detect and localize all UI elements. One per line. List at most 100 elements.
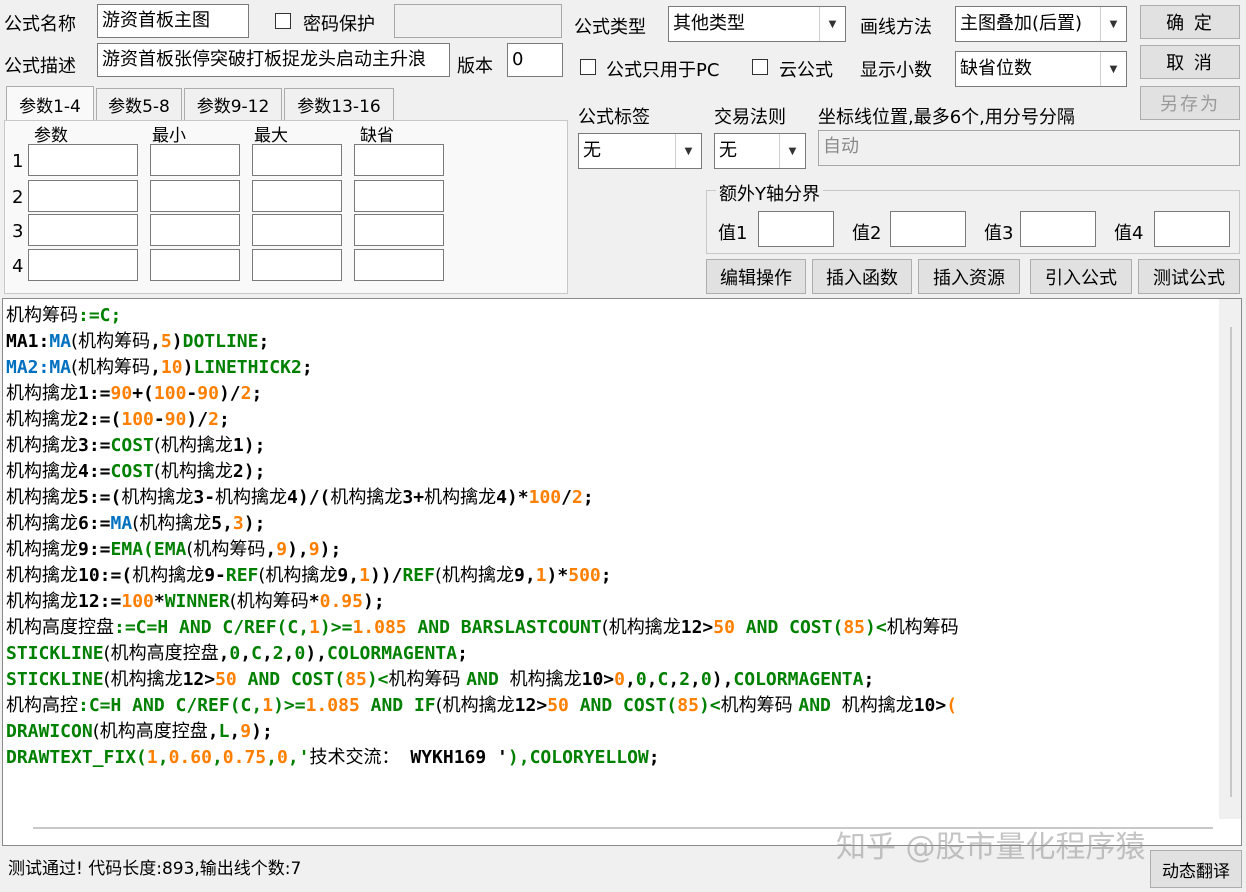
code-token: 技术交流：: [309, 747, 400, 768]
code-token: 机构擒龙: [424, 487, 497, 508]
param-max-input[interactable]: [252, 180, 342, 212]
code-line[interactable]: 机构擒龙6:=MA(机构擒龙5,3);: [6, 511, 959, 537]
code-line[interactable]: STICKLINE(机构擒龙12>50 AND COST(85)<机构筹码 AN…: [6, 667, 959, 693]
trade-rule-label: 交易法则: [714, 107, 786, 128]
code-token: AND: [466, 669, 510, 690]
code-token: EMA(EMA: [110, 539, 187, 560]
param-default-input[interactable]: [354, 144, 444, 176]
code-token: (机构擒龙: [153, 461, 233, 482]
tab-params-1-4[interactable]: 参数1-4: [6, 86, 94, 122]
code-line[interactable]: MA1:MA(机构筹码,5)DOTLINE;: [6, 329, 959, 355]
chevron-down-icon[interactable]: ▼: [779, 134, 805, 168]
chevron-down-icon[interactable]: ▼: [1100, 7, 1126, 41]
cancel-button[interactable]: 取 消: [1140, 45, 1240, 79]
code-token: 6:=: [78, 513, 111, 534]
code-line[interactable]: 机构擒龙9:=EMA(EMA(机构筹码,9),9);: [6, 537, 959, 563]
y-value-1-input[interactable]: [758, 211, 834, 247]
code-token: 机构高度控盘: [6, 617, 114, 638]
code-line[interactable]: DRAWICON(机构高度控盘,L,9);: [6, 719, 959, 745]
chevron-down-icon[interactable]: ▼: [819, 7, 845, 41]
code-token: )/: [218, 383, 241, 404]
edit-ops-button[interactable]: 编辑操作: [706, 259, 806, 294]
code-line[interactable]: DRAWTEXT_FIX(1,0.60,0.75,0,'技术交流： WYKH16…: [6, 745, 959, 771]
y-value-3-input[interactable]: [1020, 211, 1096, 247]
password-checkbox[interactable]: [275, 13, 291, 29]
param-default-input[interactable]: [354, 249, 444, 281]
scrollbar-thumb[interactable]: [1230, 327, 1232, 797]
chevron-down-icon[interactable]: ▼: [1100, 52, 1126, 86]
formula-type-select[interactable]: 其他类型 ▼: [668, 6, 846, 42]
code-line[interactable]: 机构擒龙1:=90+(100-90)/2;: [6, 381, 959, 407]
code-editor[interactable]: 机构筹码:=C; MA1:MA(机构筹码,5)DOTLINE; MA2:MA(机构筹…: [2, 298, 1242, 846]
insert-resource-button[interactable]: 插入资源: [918, 259, 1020, 294]
code-line[interactable]: 机构擒龙2:=(100-90)/2;: [6, 407, 959, 433]
draw-method-select[interactable]: 主图叠加(后置) ▼: [955, 6, 1127, 42]
decimal-select[interactable]: 缺省位数 ▼: [955, 51, 1127, 87]
code-token: 1: [146, 747, 158, 768]
code-token: *: [308, 591, 320, 612]
param-name-input[interactable]: [28, 144, 138, 176]
tab-params-9-12[interactable]: 参数9-12: [184, 88, 282, 120]
param-name-input[interactable]: [28, 214, 138, 246]
param-default-input[interactable]: [354, 180, 444, 212]
code-line[interactable]: STICKLINE(机构高度控盘,0,C,2,0),COLORMAGENTA;: [6, 641, 959, 667]
decimal-value: 缺省位数: [960, 58, 1032, 79]
pc-only-checkbox[interactable]: [580, 59, 596, 75]
param-min-input[interactable]: [150, 180, 240, 212]
insert-function-button[interactable]: 插入函数: [812, 259, 912, 294]
import-formula-button[interactable]: 引入公式: [1030, 259, 1132, 294]
test-formula-button[interactable]: 测试公式: [1138, 259, 1240, 294]
code-token: L: [218, 721, 230, 742]
param-name-input[interactable]: [28, 249, 138, 281]
trade-rule-select[interactable]: 无 ▼: [714, 133, 806, 169]
formula-tag-select[interactable]: 无 ▼: [578, 133, 702, 169]
tab-params-13-16[interactable]: 参数13-16: [284, 88, 394, 120]
code-line[interactable]: MA2:MA(机构筹码,10)LINETHICK2;: [6, 355, 959, 381]
param-max-input[interactable]: [252, 249, 342, 281]
tab-params-5-8[interactable]: 参数5-8: [96, 88, 182, 120]
y-value-2-input[interactable]: [890, 211, 966, 247]
param-min-input[interactable]: [150, 144, 240, 176]
param-default-input[interactable]: [354, 214, 444, 246]
param-max-input[interactable]: [252, 144, 342, 176]
code-token: (: [946, 695, 958, 716]
code-token: 1: [535, 565, 547, 586]
code-line[interactable]: 机构擒龙12:=100*WINNER(机构筹码*0.95);: [6, 589, 959, 615]
code-token: 12:=: [78, 591, 122, 612]
code-token: 1.085: [305, 695, 360, 716]
vertical-scrollbar[interactable]: [1219, 299, 1241, 819]
formula-name-input[interactable]: 游资首板主图: [97, 4, 249, 38]
code-line[interactable]: 机构高控:C=H AND C/REF(C,1)>=1.085 AND IF(机构…: [6, 693, 959, 719]
param-max-input[interactable]: [252, 214, 342, 246]
ok-button[interactable]: 确 定: [1140, 5, 1240, 39]
param-name-input[interactable]: [28, 180, 138, 212]
code-token: ;: [457, 643, 468, 664]
chevron-down-icon[interactable]: ▼: [675, 134, 701, 168]
code-token: 机构筹码: [720, 695, 799, 716]
param-min-input[interactable]: [150, 249, 240, 281]
param-min-input[interactable]: [150, 214, 240, 246]
code-token: 机构擒龙: [6, 539, 78, 560]
code-line[interactable]: 机构擒龙5:=(机构擒龙3-机构擒龙4)/(机构擒龙3+机构擒龙4)*100/2…: [6, 485, 959, 511]
code-token: WYKH169 ': [399, 747, 508, 768]
code-line[interactable]: 机构擒龙4:=COST(机构擒龙2);: [6, 459, 959, 485]
code-token: ): [171, 331, 183, 352]
code-token: 2:=(: [78, 409, 122, 430]
code-line[interactable]: 机构擒龙3:=COST(机构擒龙1);: [6, 433, 959, 459]
cloud-checkbox[interactable]: [752, 59, 768, 75]
translate-button[interactable]: 动态翻译: [1150, 850, 1242, 888]
code-line[interactable]: 机构擒龙10:=(机构擒龙9-REF(机构擒龙9,1))/REF(机构擒龙9,1…: [6, 563, 959, 589]
code-token: AND COST(: [568, 695, 678, 716]
code-content[interactable]: 机构筹码:=C; MA1:MA(机构筹码,5)DOTLINE; MA2:MA(机构筹…: [6, 303, 959, 771]
code-token: ;: [600, 565, 612, 586]
code-line[interactable]: 机构高度控盘:=C=H AND C/REF(C,1)>=1.085 AND BA…: [6, 615, 959, 641]
code-token: 100: [153, 383, 187, 404]
code-line[interactable]: 机构筹码:=C;: [6, 303, 959, 329]
formula-desc-input[interactable]: 游资首板张停突破打板捉龙头启动主升浪: [97, 43, 450, 77]
param-row-number: 4: [12, 256, 24, 277]
version-input[interactable]: 0: [507, 43, 563, 77]
code-token: MA: [49, 331, 72, 352]
code-token: MA: [110, 513, 133, 534]
code-token: 0: [700, 669, 712, 690]
y-value-4-input[interactable]: [1154, 211, 1230, 247]
